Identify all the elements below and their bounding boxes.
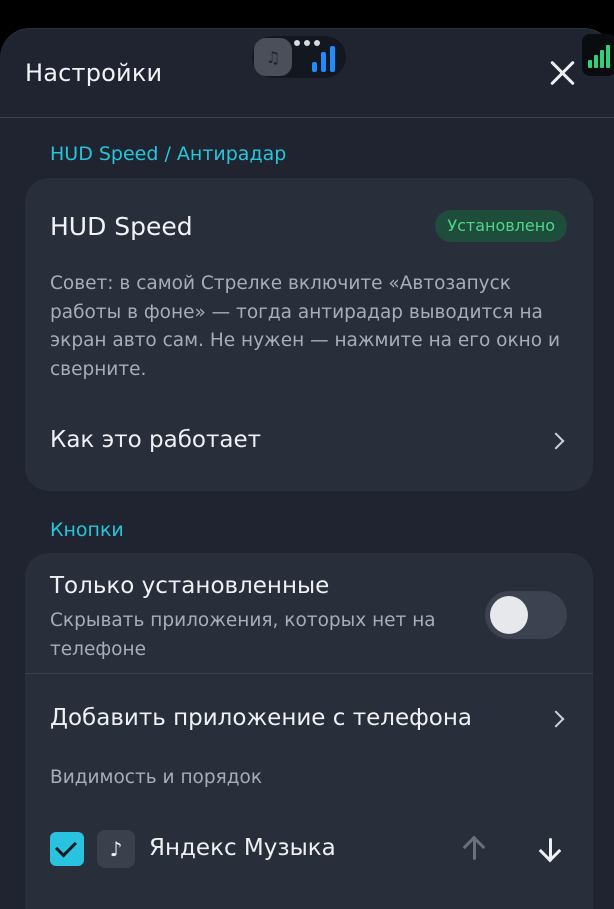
how-it-works-label: Как это работает (50, 427, 262, 453)
visibility-heading: Видимость и порядок (50, 767, 263, 788)
hud-speed-title: HUD Speed (50, 212, 193, 241)
section-label-hud: HUD Speed / Антирадар (50, 143, 287, 165)
only-installed-toggle[interactable] (485, 591, 567, 639)
move-down-arrow-icon[interactable] (534, 832, 568, 866)
hint-text: Совет: в самой Стрелке включите «Автозап… (50, 273, 560, 380)
app-name: Яндекс Музыка (149, 835, 336, 861)
app-visible-checkbox[interactable] (50, 832, 84, 866)
settings-sheet: Настройки HUD Speed / Антирадар HUD Spee… (0, 28, 614, 909)
buttons-card: Только установленные Скрывать приложения… (25, 553, 593, 909)
hud-speed-card: HUD Speed Установлено Совет: в самой Стр… (25, 178, 593, 491)
only-installed-title: Только установленные (50, 573, 330, 599)
add-app-row[interactable]: Добавить приложение с телефона (50, 701, 568, 741)
add-app-label: Добавить приложение с телефона (50, 705, 472, 731)
status-badge: Установлено (435, 210, 567, 242)
toggle-knob (490, 596, 528, 634)
divider (25, 673, 593, 674)
move-up-arrow-icon[interactable] (458, 832, 492, 866)
app-row: ♪ Яндекс Музыка (50, 830, 568, 870)
audio-bars-icon (312, 46, 335, 72)
section-label-buttons: Кнопки (50, 519, 124, 541)
chevron-right-icon (547, 432, 565, 450)
only-installed-subtitle: Скрывать приложения, которых нет на теле… (50, 610, 436, 660)
chevron-right-icon (547, 710, 565, 728)
page-title: Настройки (25, 59, 163, 87)
how-it-works-row[interactable]: Как это работает (50, 423, 568, 463)
signal-strength-icon (582, 34, 614, 76)
music-note-icon: ♫ (254, 38, 292, 76)
close-icon[interactable] (548, 59, 576, 87)
music-note-icon: ♪ (97, 830, 135, 868)
